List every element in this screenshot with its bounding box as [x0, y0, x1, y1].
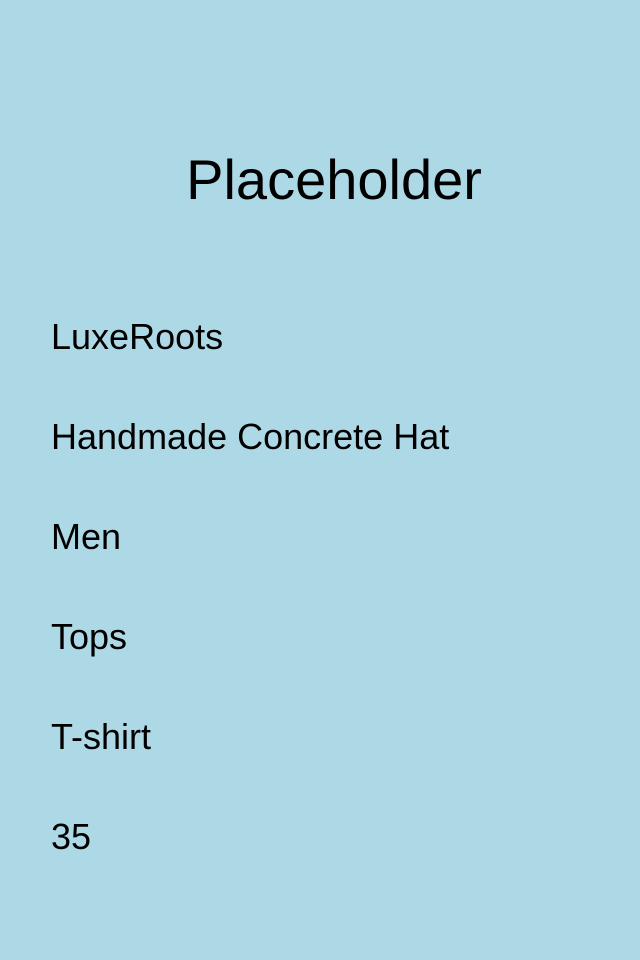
- product-detail-screen: Placeholder LuxeRoots Handmade Concrete …: [0, 0, 640, 960]
- product-category: Tops: [51, 616, 128, 657]
- product-name: Handmade Concrete Hat: [51, 416, 450, 457]
- product-image-placeholder: Placeholder: [186, 148, 482, 211]
- product-subcategory: T-shirt: [51, 716, 152, 757]
- product-price: 35: [51, 816, 92, 857]
- product-gender: Men: [51, 516, 122, 557]
- product-brand: LuxeRoots: [51, 316, 224, 357]
- product-details-list: LuxeRoots Handmade Concrete Hat Men Tops…: [51, 312, 449, 862]
